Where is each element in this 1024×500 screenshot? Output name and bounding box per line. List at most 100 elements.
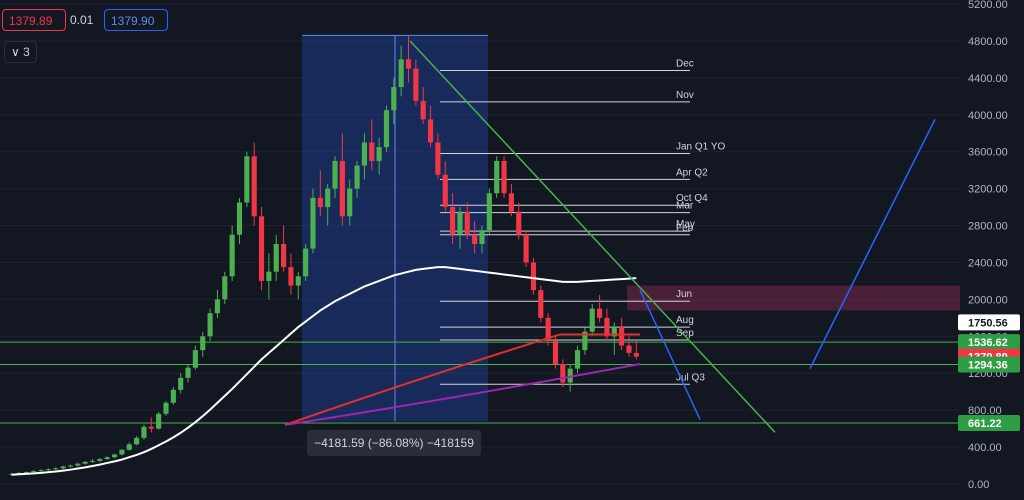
y-tick-label: 5200.00 <box>968 0 1008 11</box>
candle-body <box>126 444 132 450</box>
candle-body <box>82 461 88 464</box>
candle-body <box>75 463 81 466</box>
month-level-label: Nov <box>676 90 694 101</box>
candle-body <box>214 299 221 314</box>
y-tick-label: 0.00 <box>968 479 989 491</box>
month-level-label: Aug <box>676 315 694 326</box>
candle-body <box>148 426 154 429</box>
ask-price-box[interactable]: 1379.90 <box>104 9 168 31</box>
candle-body <box>317 197 323 208</box>
candle-body <box>303 248 309 277</box>
candle-body <box>597 308 603 318</box>
candle-body <box>413 68 419 101</box>
candle-body <box>222 276 228 300</box>
candle-body <box>251 156 257 217</box>
candle-body <box>119 449 125 455</box>
candle-body <box>450 207 456 235</box>
candle-body <box>163 402 169 414</box>
candle-body <box>479 230 485 244</box>
price-tag-label: 661.22 <box>968 418 1002 430</box>
candle-body <box>619 327 625 346</box>
price-chart[interactable]: Dec Nov Jan Q1 YO Apr Q2 Oct Q4 Mar May Feb Jun A… <box>0 0 1024 500</box>
month-level-label: Dec <box>676 58 694 69</box>
candle-body <box>266 271 272 281</box>
candle-body <box>310 197 316 249</box>
candle-body <box>626 345 632 353</box>
y-tick-label: 3600.00 <box>968 147 1008 159</box>
candle-body <box>347 188 353 217</box>
candle-body <box>31 471 37 473</box>
candle-body <box>97 459 103 461</box>
candle-body <box>538 290 544 318</box>
candle-body <box>420 100 426 120</box>
candle-body <box>244 156 250 203</box>
candle-body <box>273 244 279 272</box>
y-tick-label: 2800.00 <box>968 221 1008 233</box>
candle-body <box>516 211 522 235</box>
chart-canvas[interactable]: DecNovJan Q1 YOApr Q2Oct Q4MarMayFebJunA… <box>0 0 1024 500</box>
month-level-label: Feb <box>676 223 694 234</box>
candle-body <box>457 211 463 235</box>
y-tick-label: 400.00 <box>968 442 1002 454</box>
y-tick-label: 4000.00 <box>968 110 1008 122</box>
candle-body <box>376 147 382 161</box>
candle-body <box>405 59 412 69</box>
candle-body <box>354 165 360 189</box>
candle-body <box>523 234 529 263</box>
candle-body <box>45 469 51 471</box>
candle-body <box>67 465 74 467</box>
price-tag-label: 1536.62 <box>968 337 1008 349</box>
candle-body <box>236 202 243 235</box>
candle-body <box>486 193 492 231</box>
candle-body <box>170 389 176 403</box>
candle-body <box>207 313 213 337</box>
candle-body <box>435 142 441 175</box>
y-tick-label: 2400.00 <box>968 257 1008 269</box>
month-level-label: Jun <box>676 289 692 300</box>
candle-body <box>281 244 287 268</box>
candle-body <box>53 468 59 470</box>
candle-body <box>560 364 566 383</box>
candle-body <box>442 174 448 208</box>
chevron-icon: ∨ <box>11 45 24 59</box>
candle-body <box>369 142 375 161</box>
layers-toggle[interactable]: ∨ 3 <box>4 41 37 63</box>
candle-body <box>38 470 44 472</box>
month-level-label: Apr Q2 <box>676 167 708 178</box>
price-tag-label: 1750.56 <box>968 317 1008 329</box>
price-tag-label: 1294.36 <box>968 360 1008 372</box>
candle-body <box>398 59 404 88</box>
candle-body <box>89 460 96 462</box>
y-tick-label: 4800.00 <box>968 36 1008 48</box>
candle-body <box>552 340 559 364</box>
candle-body <box>134 437 140 445</box>
candle-body <box>589 308 595 332</box>
candle-body <box>60 466 66 469</box>
candle-body <box>574 350 581 369</box>
measure-tooltip: −4181.59 (−86.08%) −418159 <box>307 430 481 456</box>
month-level-label: Jan Q1 YO <box>676 142 726 153</box>
candle-body <box>192 350 198 368</box>
candle-body <box>258 216 265 281</box>
candle-body <box>229 234 235 277</box>
candle-body <box>141 426 147 438</box>
candle-body <box>530 262 537 291</box>
bid-price-box[interactable]: 1379.89 <box>2 9 66 31</box>
candle-body <box>383 110 390 148</box>
y-tick-label: 2000.00 <box>968 294 1008 306</box>
month-level-label: Mar <box>676 201 694 212</box>
candle-body <box>361 142 367 166</box>
candle-body <box>391 87 397 111</box>
candle-body <box>339 160 345 217</box>
candle-body <box>104 457 110 460</box>
candle-body <box>295 276 301 286</box>
candle-body <box>200 336 206 351</box>
candle-body <box>185 367 191 378</box>
candle-body <box>494 160 500 194</box>
candle-body <box>288 267 294 286</box>
projection-arrow-up <box>809 119 936 369</box>
candle-body <box>508 193 514 212</box>
candle-body <box>156 413 162 429</box>
candle-body <box>472 234 478 244</box>
candle-body <box>332 160 338 189</box>
